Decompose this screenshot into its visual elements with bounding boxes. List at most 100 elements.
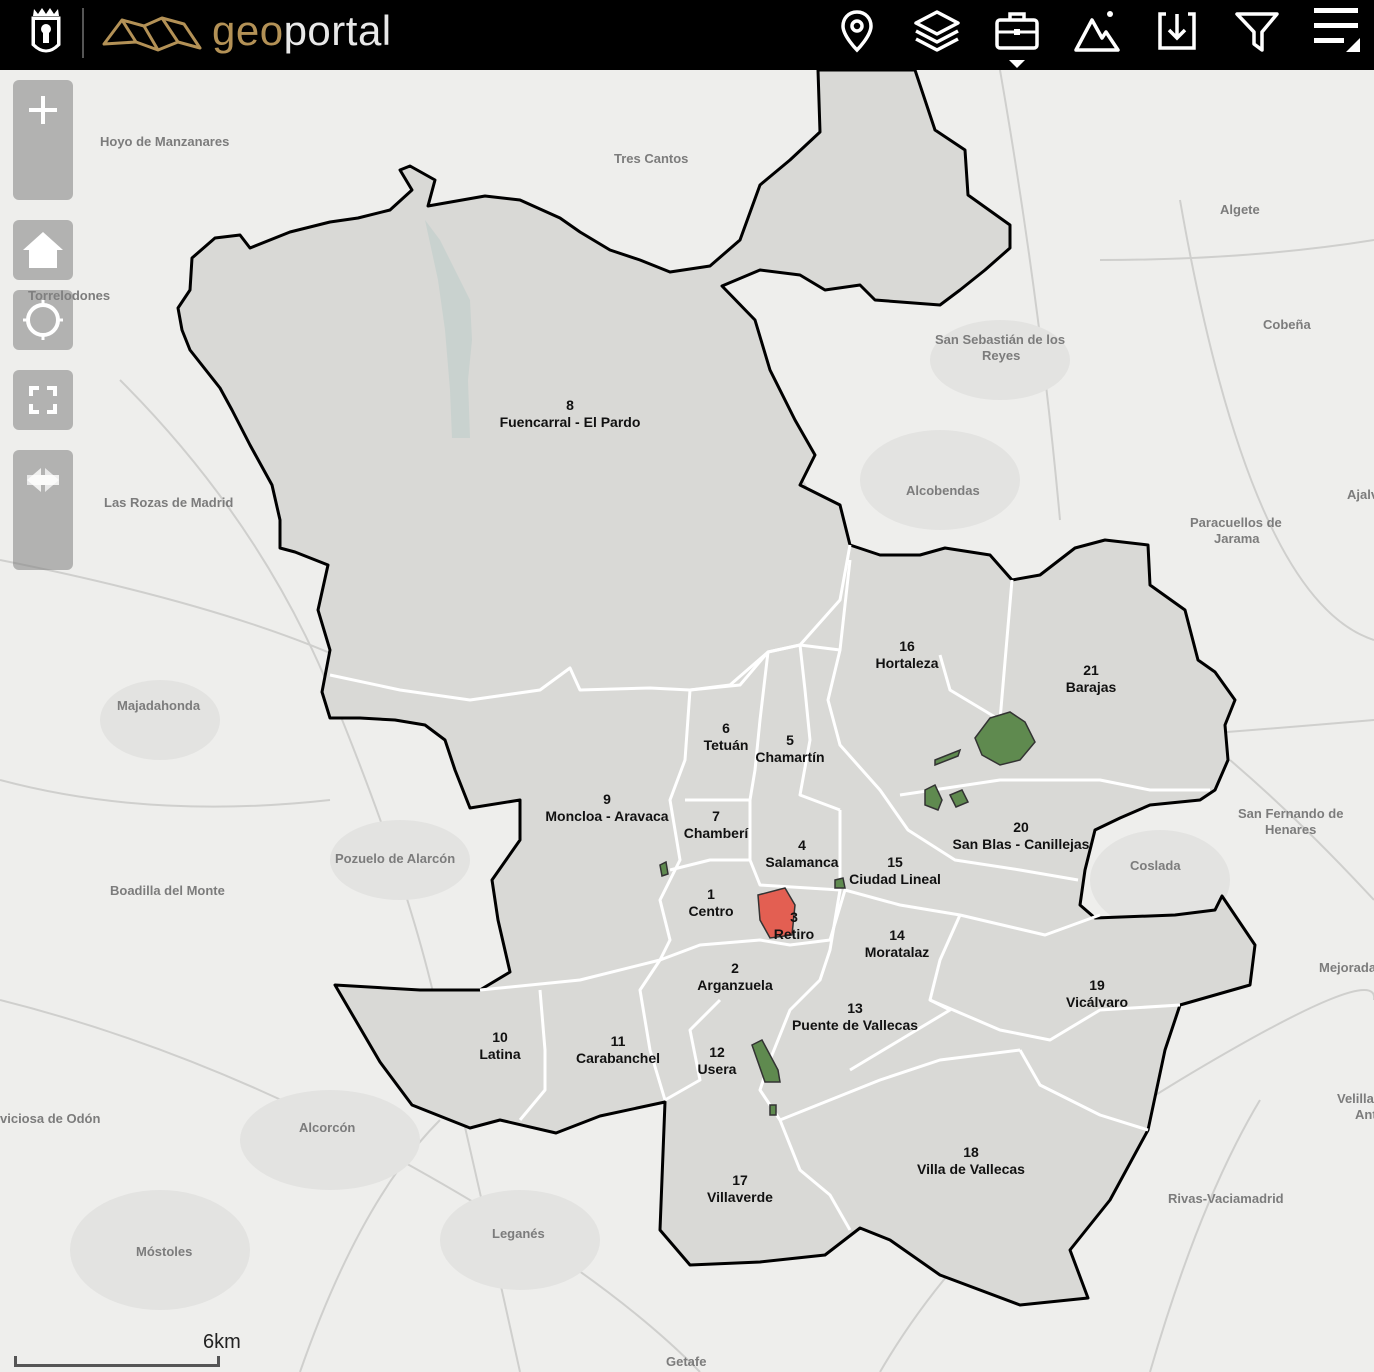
district-name: Villaverde [707,1189,773,1205]
district-number: 4 [798,837,806,853]
place-label: Rivas-Vaciamadrid [1168,1191,1284,1206]
place-label: Mejorada [1319,960,1374,975]
brand-geo: geo [212,7,284,54]
district-number: 21 [1083,662,1099,678]
district-number: 19 [1089,977,1105,993]
place-label: Alcorcón [299,1120,355,1135]
district-number: 5 [786,732,794,748]
district-name: Usera [698,1061,737,1077]
district-name: Ciudad Lineal [849,871,941,887]
briefcase-icon [995,12,1039,50]
district-number: 6 [722,720,730,736]
locate-icon [23,300,63,340]
menu-button[interactable] [1312,6,1362,56]
brand-portal: portal [283,7,392,54]
district-name: Puente de Vallecas [792,1017,918,1033]
district-number: 12 [709,1044,725,1060]
place-label: Pozuelo de Alarcón [335,851,455,866]
app-title[interactable]: geoportal [212,8,392,54]
place-label: Ant [1355,1107,1374,1122]
filter-icon [1235,12,1279,52]
place-label: Alcobendas [906,483,980,498]
map-canvas[interactable]: Hoyo de ManzanaresTres CantosAlgeteTorre… [0,70,1374,1372]
place-label: Boadilla del Monte [110,883,225,898]
tools-active-caret [1009,60,1025,68]
locate-button[interactable] [13,290,73,350]
home-button[interactable] [13,220,73,280]
district-number: 8 [566,397,574,413]
scale-label: 6km [203,1331,241,1353]
layers-button[interactable] [912,6,962,56]
district-name: Barajas [1066,679,1117,695]
district-name: San Blas - Canillejas [953,836,1090,852]
district-number: 1 [707,886,715,902]
fullscreen-icon [29,386,57,414]
district-number: 2 [731,960,739,976]
place-label: Móstoles [136,1244,192,1259]
place-label: Jarama [1214,531,1260,546]
map-view[interactable]: Hoyo de ManzanaresTres CantosAlgeteTorre… [0,70,1374,1372]
home-icon [23,232,63,268]
place-label: Algete [1220,202,1260,217]
download-button[interactable] [1152,6,1202,56]
folded-map-logo-icon [102,16,202,52]
top-bar: geoportal [0,0,1374,70]
district-number: 3 [790,909,798,925]
madrid-crest-icon[interactable] [26,5,66,61]
tools-button[interactable] [992,6,1042,56]
place-label: Paracuellos de [1190,515,1282,530]
filter-button[interactable] [1232,6,1282,56]
district-name: Fuencarral - El Pardo [500,414,641,430]
layers-icon [914,10,960,52]
location-button[interactable] [832,6,882,56]
scale-bar [14,1356,220,1367]
district-name: Tetuán [704,737,749,753]
district-number: 9 [603,791,611,807]
district-name: Chamberí [684,825,750,841]
download-icon [1158,12,1196,50]
menu-icon [1314,8,1360,52]
district-name: Carabanchel [576,1050,660,1066]
place-label: Tres Cantos [614,151,688,166]
zoom-out-icon[interactable] [13,80,73,140]
place-label: Hoyo de Manzanares [100,134,229,149]
place-label: Getafe [666,1354,706,1369]
district-name: Chamartín [755,749,824,765]
place-label: Cobeña [1263,317,1311,332]
district-name: Retiro [774,926,814,942]
mountain-icon [1074,11,1120,52]
district-name: Moncloa - Aravaca [545,808,668,824]
place-label: Leganés [492,1226,545,1241]
zoom-control [13,80,73,200]
place-label: Las Rozas de Madrid [104,495,233,510]
location-icon [841,10,873,53]
terrain-button[interactable] [1072,6,1122,56]
district-number: 20 [1013,819,1029,835]
district-number: 16 [899,638,915,654]
place-label: Majadahonda [117,698,201,713]
place-label: Henares [1265,822,1316,837]
place-label: San Sebastián de los [935,332,1065,347]
district-number: 13 [847,1000,863,1016]
district-name: Latina [479,1046,520,1062]
district-number: 14 [889,927,905,943]
district-name: Centro [688,903,733,919]
place-label: Reyes [982,348,1020,363]
place-label: San Fernando de [1238,806,1343,821]
place-label: Coslada [1130,858,1181,873]
fullscreen-button[interactable] [13,370,73,430]
district-name: Arganzuela [697,977,773,993]
district-number: 18 [963,1144,979,1160]
forward-arrow-icon[interactable] [13,450,73,510]
district-number: 11 [611,1033,626,1049]
district-number: 17 [732,1172,748,1188]
header-divider [82,8,84,58]
district-number: 10 [492,1029,508,1045]
place-label: Ajalv [1347,487,1374,502]
place-label: viciosa de Odón [0,1111,100,1126]
place-label: Velilla [1337,1091,1374,1106]
district-name: Vicálvaro [1066,994,1128,1010]
district-name: Salamanca [765,854,838,870]
district-number: 15 [887,854,903,870]
district-name: Hortaleza [875,655,938,671]
